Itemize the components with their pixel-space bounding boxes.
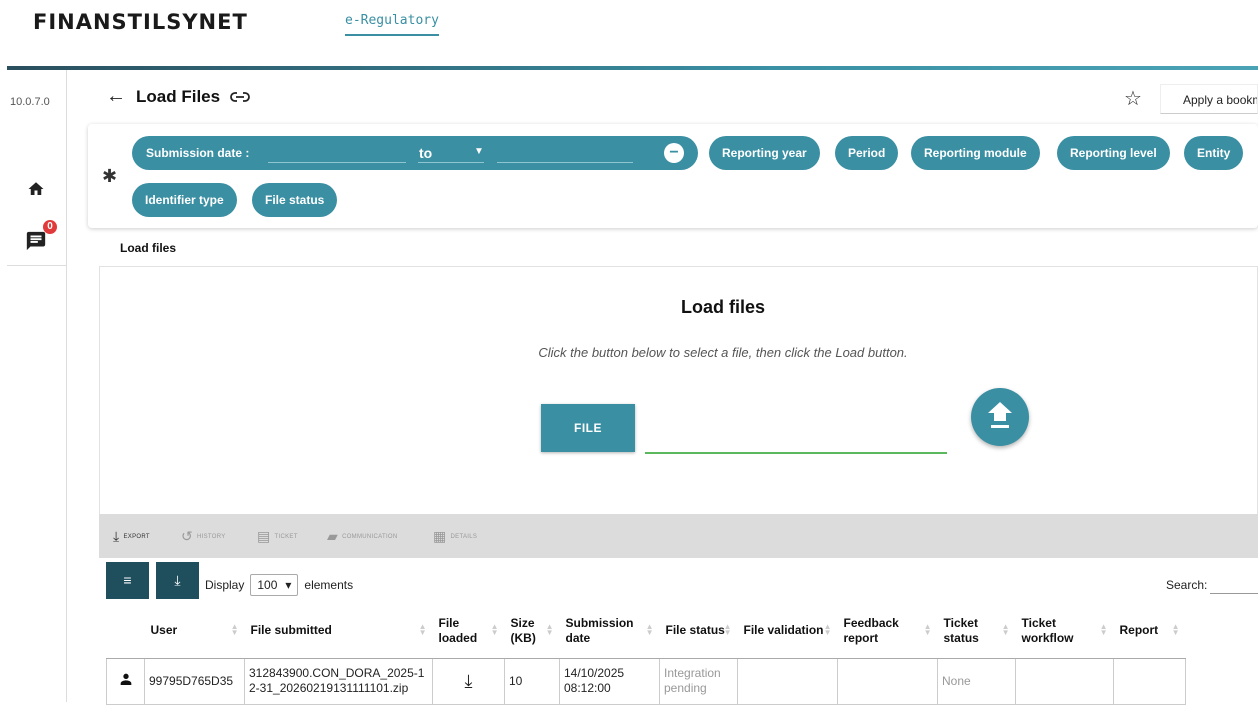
load-files-title: Load files: [680, 297, 765, 317]
column-filter-button[interactable]: ≡: [106, 562, 149, 599]
date-filter-label: Submission date :: [146, 146, 250, 160]
message-icon[interactable]: [25, 230, 47, 252]
table-row[interactable]: 99795D765D35 312843900.CON_DORA_2025-12-…: [106, 657, 1186, 705]
upload-icon: [988, 402, 1012, 428]
elements-label: elements: [304, 578, 354, 592]
caret-down-icon[interactable]: ▼: [474, 146, 484, 157]
download-table-button[interactable]: ⤓: [156, 562, 199, 599]
date-to-label: to: [419, 145, 433, 161]
link-icon[interactable]: [230, 91, 250, 103]
filter-file-status[interactable]: File status: [252, 183, 338, 217]
history-action[interactable]: ↺ HISTORY: [181, 528, 226, 545]
home-icon[interactable]: [27, 180, 45, 198]
header-file-validation[interactable]: File validation ▲ ▼: [737, 604, 838, 659]
header-user[interactable]: User ▲ ▼: [144, 604, 245, 659]
load-files-instructions: Click the button below to select a file,…: [538, 345, 908, 360]
communication-action[interactable]: ▰ COMMUNICATION: [327, 528, 398, 545]
header-report[interactable]: Report ▲ ▼: [1113, 604, 1186, 659]
load-files-panel: Load files Click the button below to sel…: [99, 266, 1258, 516]
submission-date-filter[interactable]: Submission date : to ▼ −: [132, 136, 698, 170]
header-feedback-report[interactable]: Feedback report ▲ ▼: [837, 604, 938, 659]
filter-panel: ✱ Submission date : to ▼ − Reporting yea…: [88, 124, 1258, 228]
files-table: User ▲ ▼ File submitted ▲ ▼ File loaded ▲ ▼ Si…: [106, 604, 1186, 705]
display-label: Display: [205, 578, 245, 592]
file-select-button[interactable]: FILE: [541, 404, 635, 452]
page-header: ← Load Files: [106, 85, 250, 108]
filter-reporting-level[interactable]: Reporting level: [1057, 136, 1170, 170]
details-icon: ▦: [433, 528, 447, 544]
cell-user: 99795D765D35: [144, 657, 245, 705]
upload-button[interactable]: [971, 388, 1029, 446]
section-label: Load files: [120, 241, 177, 255]
star-icon[interactable]: ☆: [1124, 86, 1142, 111]
ticket-action[interactable]: ▤ TICKET: [257, 528, 298, 545]
export-action[interactable]: ⤓ EXPORT: [113, 528, 150, 545]
details-action[interactable]: ▦ DETAILS: [433, 528, 477, 545]
table-header-row: User ▲ ▼ File submitted ▲ ▼ File loaded ▲ ▼ Si…: [106, 604, 1186, 659]
date-from-input[interactable]: [268, 162, 406, 163]
filter-entity[interactable]: Entity: [1184, 136, 1244, 170]
left-nav: 10.0.7.0 0: [7, 70, 67, 702]
header-file-loaded[interactable]: File loaded ▲ ▼: [432, 604, 505, 659]
cell-file-status: Integration pending: [659, 657, 738, 705]
download-icon: ⤓: [113, 528, 120, 544]
filter-reporting-module[interactable]: Reporting module: [911, 136, 1040, 170]
cell-file-submitted: 312843900.CON_DORA_2025-12-31_2026021913…: [244, 657, 433, 705]
cell-submission-date: 14/10/2025 08:12:00: [559, 657, 660, 705]
bookmark-select[interactable]: Apply a bookm: [1160, 84, 1258, 114]
page-title: Load Files: [136, 86, 221, 106]
cell-ticket-status: None: [937, 657, 1016, 705]
filter-period[interactable]: Period: [835, 136, 899, 170]
user-icon: [106, 657, 145, 705]
back-arrow-icon[interactable]: ←: [106, 85, 126, 108]
cell-feedback-report: [837, 657, 938, 705]
ticket-icon: ▤: [257, 528, 271, 544]
header-file-submitted[interactable]: File submitted ▲ ▼: [244, 604, 433, 659]
page-size-select[interactable]: 100 ▾: [250, 574, 299, 596]
date-to-input[interactable]: [497, 162, 633, 163]
download-file-icon[interactable]: ⤓: [432, 657, 505, 705]
search-label: Search:: [1166, 578, 1208, 592]
chat-icon: ▰: [327, 528, 339, 544]
version-label: 10.0.7.0: [10, 96, 50, 108]
nav-divider: [7, 265, 67, 266]
history-icon: ↺: [181, 528, 194, 544]
search-input[interactable]: [1210, 593, 1258, 594]
display-control: Display 100 ▾ elements: [205, 574, 353, 596]
filter-settings-icon[interactable]: ✱: [102, 166, 117, 187]
chevron-down-icon: ▾: [285, 578, 292, 592]
header-submission-date[interactable]: Submission date ▲ ▼: [559, 604, 660, 659]
e-regulatory-link[interactable]: e-Regulatory: [345, 13, 439, 36]
cell-file-validation: [737, 657, 838, 705]
action-toolbar: ⤓ EXPORT ↺ HISTORY ▤ TICKET ▰ COMMUNICATION …: [99, 514, 1258, 558]
cell-ticket-workflow: [1015, 657, 1114, 705]
cell-size: 10: [504, 657, 560, 705]
filter-identifier-type[interactable]: Identifier type: [132, 183, 237, 217]
header-size[interactable]: Size (KB) ▲ ▼: [504, 604, 560, 659]
cell-report: [1113, 657, 1186, 705]
brand-logo: FINANSTILSYNET: [33, 10, 248, 34]
date-operator-select[interactable]: [418, 162, 484, 163]
top-bar: FINANSTILSYNET e-Regulatory: [0, 0, 1258, 66]
filter-reporting-year[interactable]: Reporting year: [709, 136, 820, 170]
header-ticket-status[interactable]: Ticket status ▲ ▼: [937, 604, 1016, 659]
file-name-field[interactable]: [645, 452, 947, 454]
header-file-status[interactable]: File status ▲ ▼: [659, 604, 738, 659]
remove-filter-icon[interactable]: −: [664, 143, 684, 163]
notification-badge: 0: [43, 220, 57, 234]
header-ticket-workflow[interactable]: Ticket workflow ▲ ▼: [1015, 604, 1114, 659]
header-divider: [7, 66, 1258, 70]
